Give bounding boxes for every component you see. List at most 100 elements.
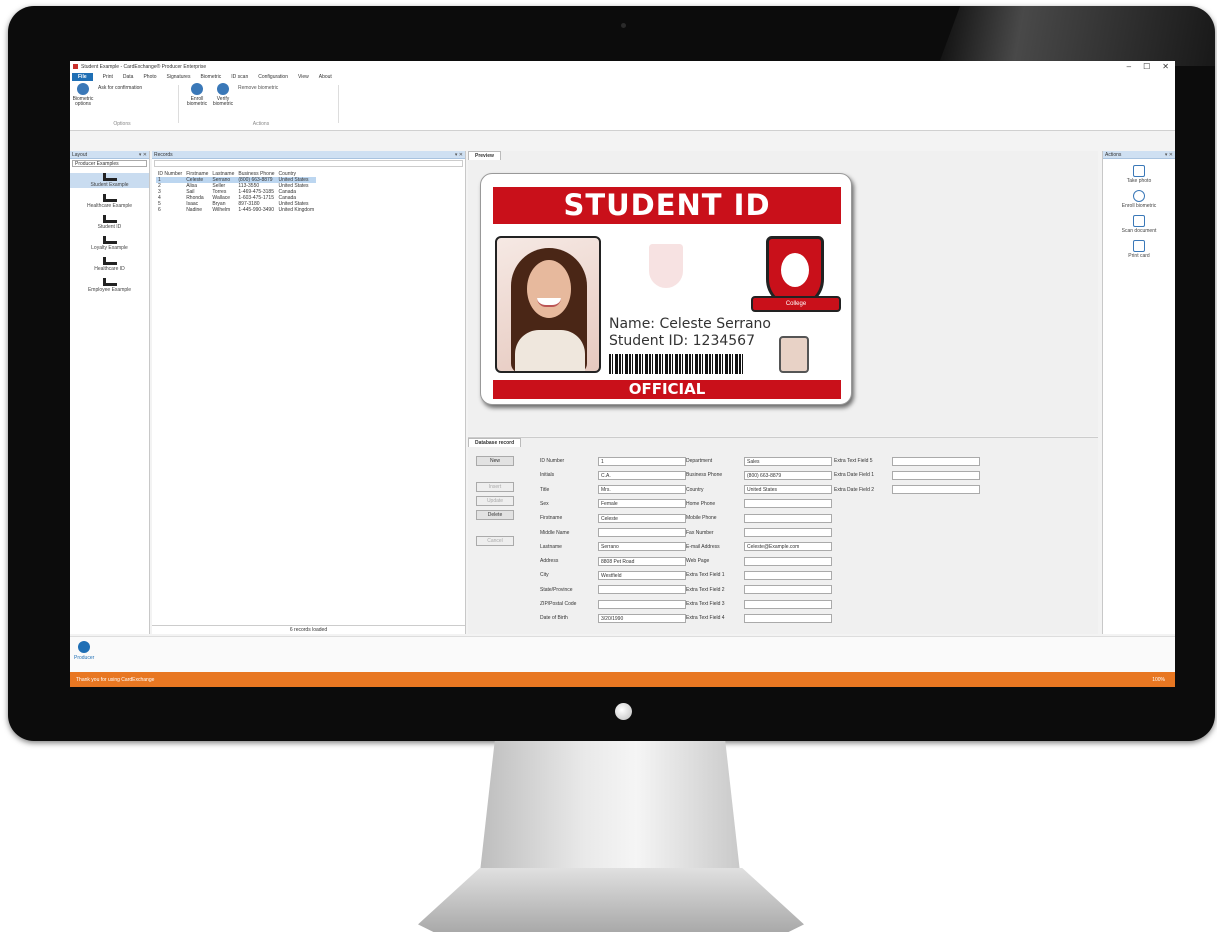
maximize-icon[interactable]: ☐ <box>1143 62 1150 71</box>
tab-database-record[interactable]: Database record <box>468 438 522 447</box>
layout-item-loyalty-example[interactable]: Loyalty Example <box>70 236 149 251</box>
status-bar: Thank you for using CardExchange 100% <box>70 672 1175 687</box>
field-input[interactable]: Celeste <box>598 513 686 523</box>
field-input[interactable] <box>744 556 832 566</box>
field-input[interactable]: Female <box>598 499 686 509</box>
scan-document-button[interactable]: Scan document <box>1103 215 1175 234</box>
field-input[interactable] <box>744 599 832 609</box>
field-label: Extra Text Field 2 <box>686 586 725 593</box>
update-button[interactable]: Update <box>476 496 514 506</box>
ask-confirmation-checkbox[interactable]: Ask for confirmation <box>98 85 142 91</box>
field-label: Sex <box>540 500 549 507</box>
card-photo <box>495 236 601 373</box>
field-input[interactable] <box>744 499 832 509</box>
field-input[interactable] <box>892 470 980 480</box>
field-input[interactable] <box>744 585 832 595</box>
form-field: ID Number 1 <box>540 456 686 466</box>
field-input[interactable] <box>892 456 980 466</box>
records-panel-header: Records ▾ ✕ <box>152 151 465 159</box>
layout-item-healthcare-example[interactable]: Healthcare Example <box>70 194 149 209</box>
field-input[interactable] <box>598 599 686 609</box>
cancel-button[interactable]: Cancel <box>476 536 514 546</box>
enroll-biometric-button[interactable]: Enroll biometric <box>186 83 208 107</box>
field-label: Extra Text Field 1 <box>686 572 725 579</box>
biometric-options-button[interactable]: Biometric options <box>72 83 94 107</box>
window-title: Student Example - CardExchange® Producer… <box>81 63 207 70</box>
form-field: Department Sales <box>686 456 832 466</box>
close-icon[interactable]: ✕ <box>1162 62 1169 71</box>
field-input[interactable]: Mrs. <box>598 485 686 495</box>
insert-button[interactable]: Insert <box>476 482 514 492</box>
producer-button[interactable]: Producer <box>74 641 94 661</box>
card-student-id: Student ID: 1234567 <box>609 333 755 349</box>
ribbon-separator <box>178 85 179 123</box>
status-text: Thank you for using CardExchange <box>76 676 155 683</box>
layout-panel: Layout ▾ ✕ Producer Examples Student Exam… <box>70 151 150 634</box>
form-field: E-mail Address Celeste@Example.com <box>686 542 832 552</box>
watermark-crest-icon <box>649 244 683 288</box>
enroll-biometric-action[interactable]: Enroll biometric <box>1103 190 1175 209</box>
form-field: Lastname Serrano <box>540 542 686 552</box>
layout-item-healthcare-id[interactable]: Healthcare ID <box>70 257 149 272</box>
menu-idscan[interactable]: ID scan <box>231 74 248 80</box>
bottom-navigation: Producer <box>70 636 1175 672</box>
layout-panel-header: Layout ▾ ✕ <box>70 151 149 159</box>
pin-icon[interactable]: ▾ ✕ <box>1165 152 1175 158</box>
menu-data[interactable]: Data <box>123 74 134 80</box>
field-input[interactable]: Westfield <box>598 570 686 580</box>
field-input[interactable] <box>744 513 832 523</box>
minimize-icon[interactable]: – <box>1127 62 1131 71</box>
menu-configuration[interactable]: Configuration <box>258 74 288 80</box>
title-bar: Student Example - CardExchange® Producer… <box>70 61 1175 72</box>
form-field: ZIP/Postal Code <box>540 599 686 609</box>
layout-item-student-example[interactable]: Student Example <box>70 173 149 188</box>
field-input[interactable]: Sales <box>744 456 832 466</box>
menu-print[interactable]: Print <box>103 74 113 80</box>
field-input[interactable] <box>744 528 832 537</box>
print-card-button[interactable]: Print card <box>1103 240 1175 259</box>
field-input[interactable]: 3/20/1990 <box>598 613 686 623</box>
field-input[interactable]: Serrano <box>598 542 686 552</box>
field-input[interactable]: Celeste@Example.com <box>744 542 832 552</box>
field-input[interactable]: C.A. <box>598 470 686 480</box>
layout-icon <box>102 278 117 286</box>
field-input[interactable]: (800) 663-8879 <box>744 470 832 480</box>
delete-button[interactable]: Delete <box>476 510 514 520</box>
verify-biometric-button[interactable]: Verify biometric <box>212 83 234 107</box>
records-search-input[interactable] <box>154 160 463 167</box>
pin-icon[interactable]: ▾ ✕ <box>139 152 149 158</box>
field-input[interactable] <box>892 485 980 495</box>
ribbon: Biometric options Ask for confirmation O… <box>70 81 1175 190</box>
power-button[interactable] <box>615 703 632 720</box>
menu-about[interactable]: About <box>319 74 332 80</box>
form-field: Address 8808 Pet Road <box>540 556 686 566</box>
layout-icon <box>102 215 117 223</box>
field-input[interactable]: 8808 Pet Road <box>598 556 686 566</box>
form-field: Extra Date Field 1 <box>834 470 980 480</box>
remove-biometric-button[interactable]: Remove biometric <box>238 85 278 107</box>
menu-biometric[interactable]: Biometric <box>200 74 221 80</box>
new-button[interactable]: New <box>476 456 514 466</box>
menu-view[interactable]: View <box>298 74 309 80</box>
field-input[interactable]: United States <box>744 485 832 495</box>
field-input[interactable] <box>744 613 832 623</box>
field-input[interactable] <box>598 585 686 595</box>
pin-icon[interactable]: ▾ ✕ <box>455 152 465 158</box>
take-photo-button[interactable]: Take photo <box>1103 165 1175 184</box>
layout-item-employee-example[interactable]: Employee Example <box>70 278 149 293</box>
form-field: Extra Text Field 5 <box>834 456 980 466</box>
menu-file[interactable]: File <box>72 72 93 81</box>
field-input[interactable] <box>744 570 832 580</box>
zoom-level[interactable]: 100% <box>1152 677 1175 683</box>
menu-photo[interactable]: Photo <box>143 74 156 80</box>
field-label: Firstname <box>540 515 563 522</box>
layout-dropdown[interactable]: Producer Examples <box>72 160 147 167</box>
menu-signatures[interactable]: Signatures <box>167 74 191 80</box>
table-row[interactable]: 6 Nadine Wilhelm 1-445-990-3490 United Kingd… <box>156 207 316 213</box>
field-input[interactable]: 1 <box>598 456 686 466</box>
tab-preview[interactable]: Preview <box>468 151 501 160</box>
layout-icon <box>102 236 117 244</box>
field-label: Department <box>686 458 713 464</box>
layout-item-student-id[interactable]: Student ID <box>70 215 149 230</box>
field-input[interactable] <box>598 528 686 537</box>
